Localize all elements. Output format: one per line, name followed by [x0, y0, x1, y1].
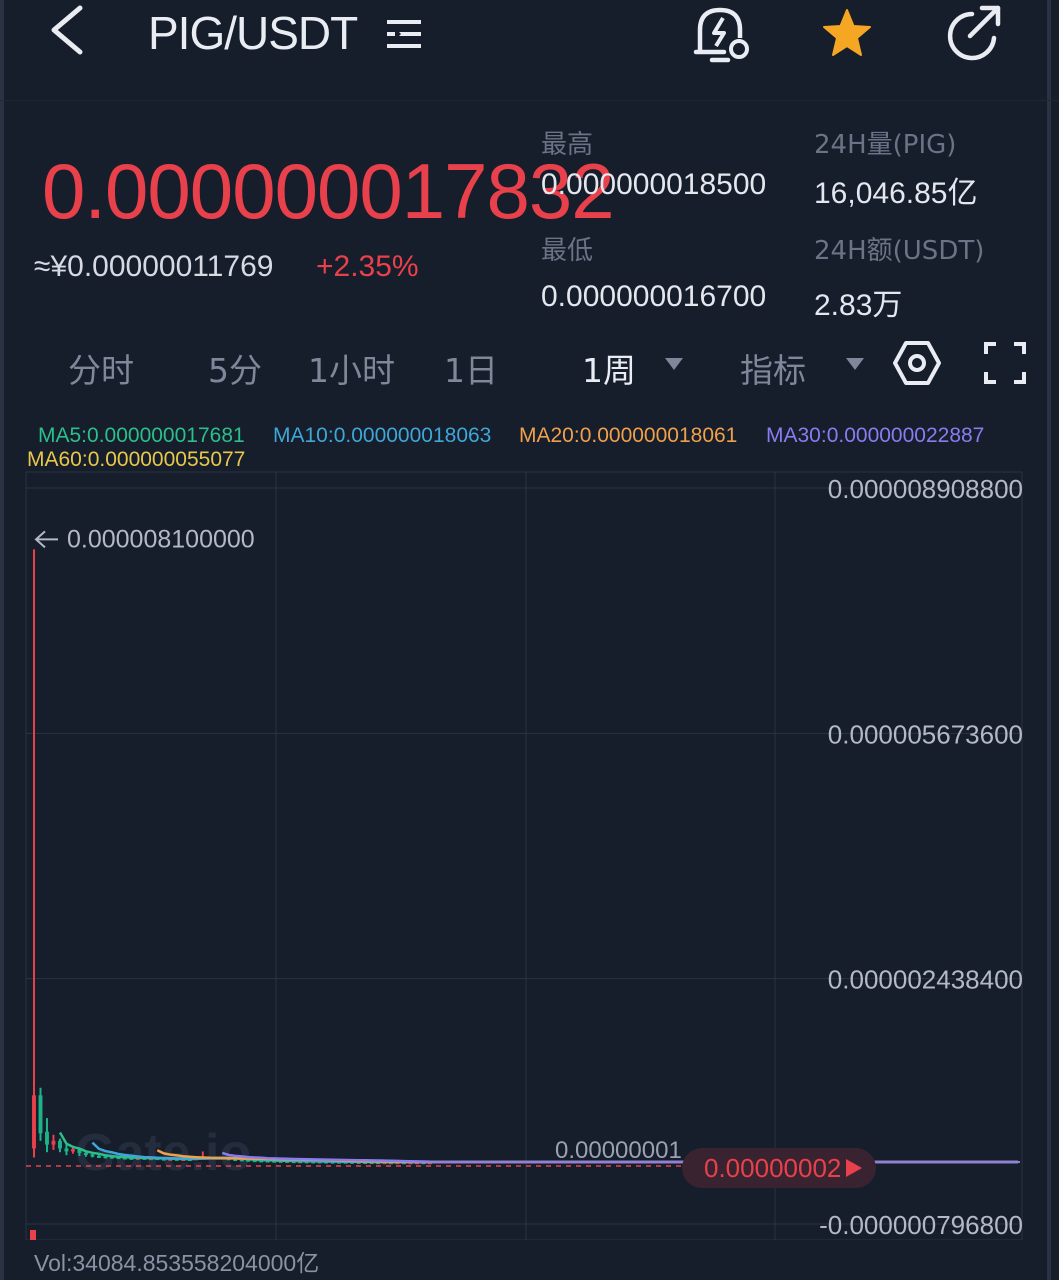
back-button[interactable] [40, 0, 100, 70]
ma5-label: MA5:0.000000017681 [38, 424, 245, 447]
period-dropdown-caret-icon[interactable] [665, 358, 683, 370]
ma10-label: MA10:0.000000018063 [273, 424, 492, 447]
tab-1week[interactable]: 1周 [582, 344, 636, 392]
fullscreen-icon [984, 342, 1026, 384]
y-axis-label: 0.000008908800 [828, 474, 1023, 504]
candle-body [38, 1095, 43, 1134]
favorite-button[interactable] [815, 2, 879, 66]
y-axis-label: -0.000000796800 [819, 1210, 1023, 1240]
amount-24h-value: 2.83万 [814, 289, 903, 322]
low-value: 0.000000016700 [541, 280, 767, 313]
kline-chart[interactable]: Gate.io0.0000089088000.0000056736000.000… [0, 470, 1059, 1240]
indicator-dropdown-caret-icon[interactable] [846, 358, 864, 370]
star-icon [823, 9, 871, 56]
price-alert-bell-icon [693, 7, 749, 63]
top-bar: PIG/USDT [0, 0, 1059, 101]
price-cny: ≈¥0.00000011769 [34, 250, 274, 283]
fullscreen-button[interactable] [982, 340, 1028, 386]
last-price: 0.000000017832 [42, 147, 615, 235]
candle-body [45, 1131, 49, 1145]
candle-body [51, 1140, 56, 1145]
candle-body [64, 1148, 69, 1152]
price-change: +2.35% [316, 250, 419, 283]
volume-bar [30, 1230, 36, 1240]
tab-5min[interactable]: 5分 [208, 344, 262, 392]
current-price-tag-text: 0.00000002 [704, 1153, 841, 1183]
tab-indicator[interactable]: 指标 [740, 344, 806, 392]
volume-24h-label: 24H量(PIG) [814, 130, 957, 160]
high-value: 0.000000018500 [541, 168, 767, 201]
candle-body [83, 1152, 88, 1155]
pair-title[interactable]: PIG/USDT [148, 6, 358, 60]
candle-body [90, 1154, 95, 1157]
candle-body [96, 1155, 101, 1158]
candle-body [32, 1095, 36, 1149]
candle-body [71, 1149, 75, 1152]
candle-body [58, 1140, 62, 1149]
share-icon [947, 5, 1001, 61]
tab-1hour[interactable]: 1小时 [308, 344, 395, 392]
high-label: 最高 [541, 130, 594, 160]
volume-24h-value: 16,046.85亿 [814, 177, 978, 210]
ma20-label: MA20:0.000000018061 [519, 424, 738, 447]
volume-label: Vol:34084.853558204000亿 [34, 1250, 320, 1276]
share-button[interactable] [942, 2, 1006, 66]
ma30-label: MA30:0.000000022887 [766, 424, 985, 447]
price-alert-button[interactable] [690, 2, 754, 66]
tab-timeshare[interactable]: 分时 [68, 344, 134, 392]
back-arrow-icon [51, 5, 83, 55]
tab-1day[interactable]: 1日 [444, 344, 498, 392]
y-axis-label: 0.000005673600 [828, 719, 1023, 749]
partial-axis-label: 0.00000001 [555, 1137, 682, 1164]
amount-24h-label: 24H额(USDT) [814, 236, 985, 266]
y-axis-label: 0.000002438400 [828, 965, 1023, 995]
chart-settings-button[interactable] [892, 338, 942, 388]
list-menu-icon[interactable] [385, 14, 425, 54]
settings-hexagon-icon [893, 341, 941, 385]
ma60-label: MA60:0.000000055077 [27, 448, 246, 471]
low-label: 最低 [541, 236, 594, 266]
max-marker-label: 0.000008100000 [67, 525, 255, 553]
